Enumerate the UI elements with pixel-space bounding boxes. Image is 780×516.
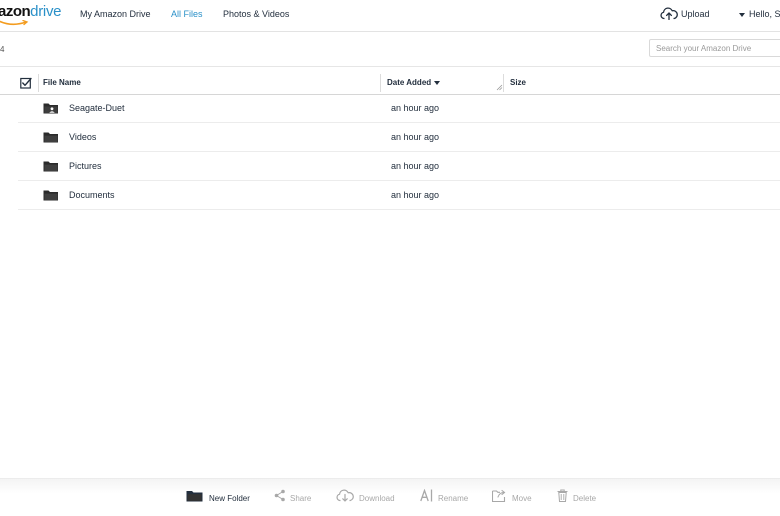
nav-photos-videos[interactable]: Photos & Videos — [223, 9, 289, 19]
logo-text-drive: drive — [30, 3, 62, 20]
share-label: Share — [290, 494, 312, 503]
file-date-added: an hour ago — [391, 190, 440, 200]
sort-descending-icon — [434, 80, 441, 85]
trash-icon — [557, 489, 568, 502]
search-input[interactable] — [649, 39, 780, 57]
table-row[interactable]: Videos an hour ago — [18, 123, 780, 152]
cloud-upload-icon — [660, 7, 678, 21]
column-divider — [38, 74, 39, 92]
column-divider[interactable] — [503, 74, 504, 92]
file-name[interactable]: Videos — [69, 132, 96, 142]
upload-button[interactable]: Upload — [660, 7, 710, 21]
column-header-file-name[interactable]: File Name — [43, 78, 81, 87]
new-folder-label: New Folder — [209, 494, 250, 503]
breadcrumb[interactable]: 4 — [0, 45, 4, 54]
column-divider[interactable] — [380, 74, 381, 92]
file-date-added: an hour ago — [391, 103, 440, 113]
upload-label: Upload — [681, 8, 710, 19]
table-row[interactable]: Seagate-Duet an hour ago — [18, 94, 780, 123]
account-greeting: Hello, S — [749, 9, 780, 19]
account-menu[interactable]: Hello, S — [739, 9, 780, 19]
folder-icon — [43, 161, 58, 172]
resize-grip-icon[interactable] — [496, 84, 503, 91]
file-date-added: an hour ago — [391, 132, 440, 142]
folder-icon — [43, 132, 58, 143]
table-row[interactable]: Documents an hour ago — [18, 181, 780, 210]
file-name[interactable]: Pictures — [69, 161, 102, 171]
file-name[interactable]: Documents — [69, 190, 115, 200]
logo-text-amazon: azon — [0, 3, 31, 20]
nav-my-amazon-drive[interactable]: My Amazon Drive — [80, 9, 151, 19]
shared-folder-icon — [43, 103, 58, 114]
folder-icon — [43, 190, 58, 201]
column-header-size[interactable]: Size — [510, 78, 526, 87]
amazon-drive-logo[interactable]: azondrive — [0, 3, 62, 26]
file-name[interactable]: Seagate-Duet — [69, 103, 125, 113]
cloud-download-icon — [336, 489, 354, 502]
top-nav: azondrive My Amazon Drive All Files Phot… — [0, 0, 780, 32]
move-icon — [492, 489, 506, 502]
column-header-date-added[interactable]: Date Added — [387, 78, 441, 87]
delete-label: Delete — [573, 494, 597, 503]
select-all-checkbox-icon[interactable] — [20, 77, 32, 89]
new-folder-icon — [186, 491, 203, 502]
move-label: Move — [512, 494, 532, 503]
chevron-down-icon — [739, 12, 745, 17]
share-icon — [274, 489, 285, 502]
download-label: Download — [359, 494, 395, 503]
file-date-added: an hour ago — [391, 161, 440, 171]
rename-icon — [420, 489, 433, 502]
breadcrumb-bar: 4 — [0, 32, 780, 67]
rename-label: Rename — [438, 494, 469, 503]
table-row[interactable]: Pictures an hour ago — [18, 152, 780, 181]
file-table-header: File Name Date Added Size — [0, 72, 780, 95]
nav-all-files[interactable]: All Files — [171, 9, 203, 19]
action-toolbar: New Folder Share Download Rename Move De… — [0, 478, 780, 516]
amazon-smile-icon — [0, 20, 29, 26]
column-header-date-added-label: Date Added — [387, 78, 432, 87]
